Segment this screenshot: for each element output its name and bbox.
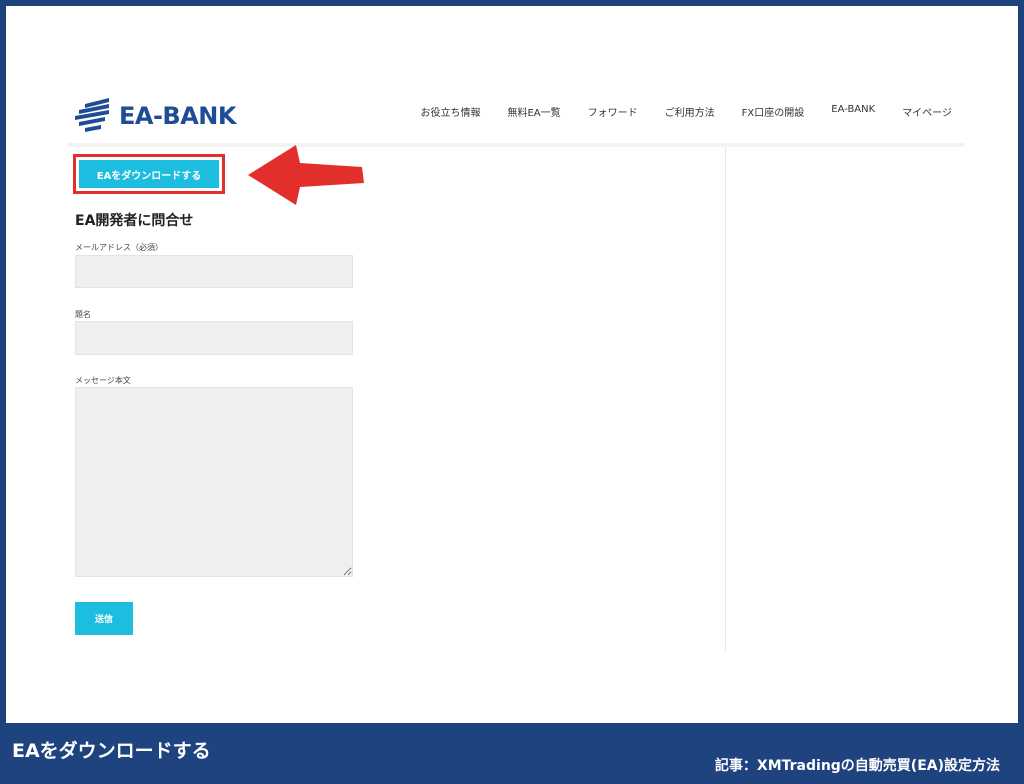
main-nav: お役立ち情報 無料EA一覧 フォワード ご利用方法 FX口座の開設 EA-BAN… (420, 104, 952, 119)
contact-form-title: EA開発者に問合せ (75, 213, 194, 229)
message-field[interactable] (75, 387, 353, 577)
logo-text: EA-BANK (119, 102, 236, 130)
sidebar-divider (725, 147, 726, 651)
message-label: メッセージ本文 (75, 376, 131, 385)
nav-item-ea-bank[interactable]: EA-BANK (831, 104, 875, 119)
download-ea-button[interactable]: EAをダウンロードする (79, 160, 219, 188)
logo-mark-icon (75, 98, 109, 132)
email-label: メールアドレス（必須） (75, 243, 163, 252)
screenshot-frame: EA-BANK お役立ち情報 無料EA一覧 フォワード ご利用方法 FX口座の開… (6, 6, 1018, 723)
subject-field[interactable] (75, 321, 353, 355)
nav-item-my-page[interactable]: マイページ (902, 104, 952, 119)
nav-item-forward[interactable]: フォワード (588, 104, 638, 119)
subject-label: 題名 (75, 310, 91, 319)
email-field[interactable] (75, 255, 353, 288)
header-divider (68, 143, 964, 147)
nav-item-tips[interactable]: お役立ち情報 (420, 104, 480, 119)
site-logo[interactable]: EA-BANK (75, 95, 236, 137)
submit-button[interactable]: 送信 (75, 602, 133, 635)
caption-title: EAをダウンロードする (12, 740, 211, 762)
caption-article-reference: 記事：XMTradingの自動売買(EA)設定方法 (714, 758, 1000, 774)
left-arrow-icon (248, 145, 364, 205)
nav-item-free-ea-list[interactable]: 無料EA一覧 (507, 104, 560, 119)
nav-item-how-to-use[interactable]: ご利用方法 (665, 104, 715, 119)
nav-item-fx-account[interactable]: FX口座の開設 (742, 104, 805, 119)
